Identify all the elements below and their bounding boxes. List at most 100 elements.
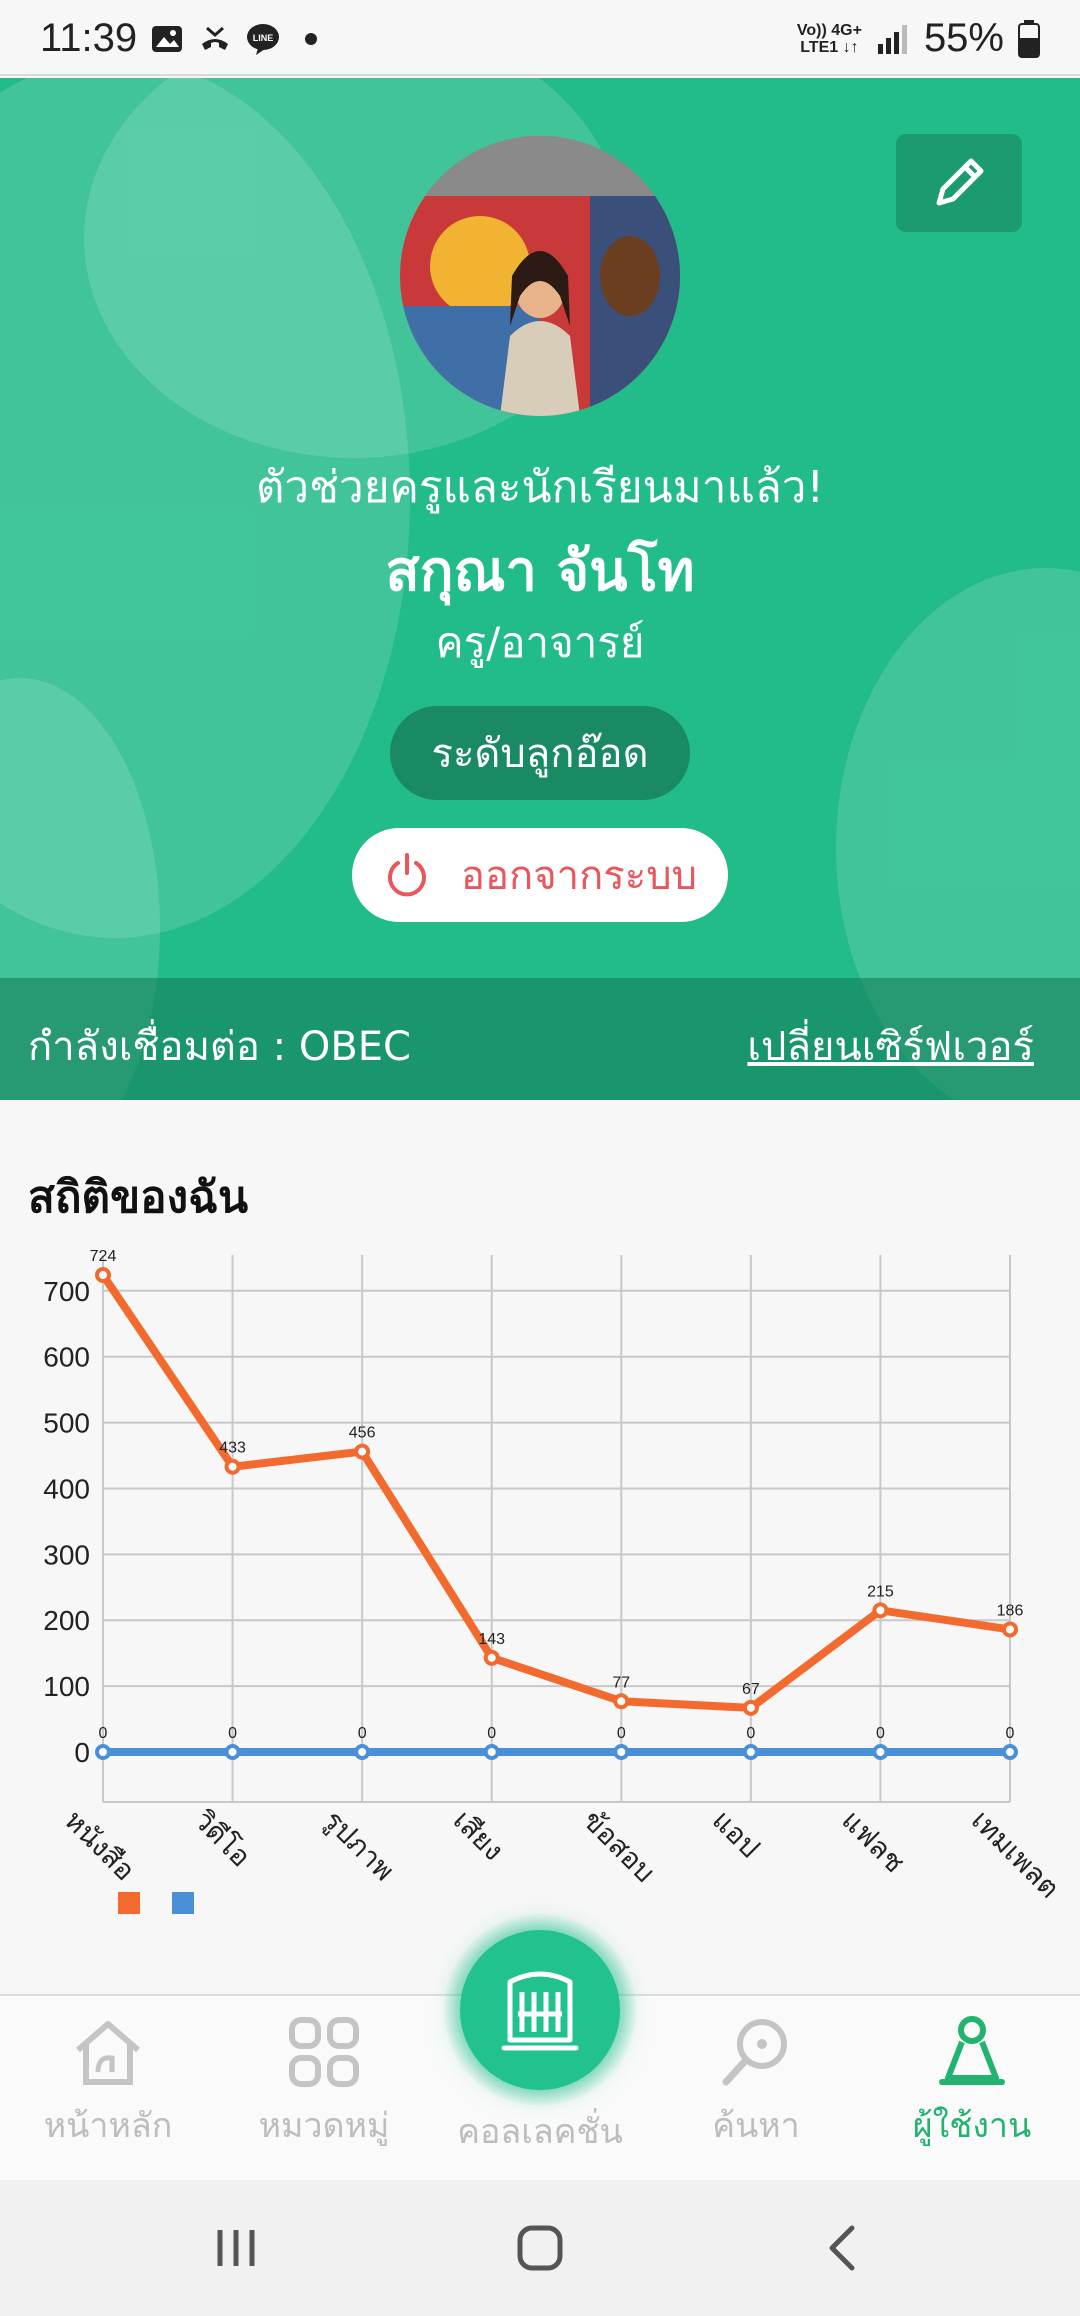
user-icon bbox=[939, 2016, 1005, 2085]
change-server-link[interactable]: เปลี่ยนเซิร์ฟเวอร์ bbox=[747, 1014, 1034, 1078]
battery-icon bbox=[1018, 19, 1040, 58]
avatar-photo bbox=[400, 136, 680, 416]
collection-fab-button[interactable] bbox=[460, 1930, 620, 2090]
y-tick-label: 600 bbox=[43, 1342, 90, 1373]
nav-category-label: หมวดหมู่ bbox=[258, 2106, 390, 2146]
x-tick-label: รูปภาพ bbox=[316, 1804, 400, 1888]
data-point bbox=[872, 1602, 889, 1619]
line-app-icon: LINE bbox=[247, 24, 279, 55]
avatar[interactable] bbox=[400, 136, 680, 416]
system-nav-bar bbox=[0, 2180, 1080, 2316]
status-bar: 11:39 LINE Vo)) 4G+ LTE1 ↓↑ 55% bbox=[0, 0, 1080, 76]
greeting-text: ตัวช่วยครูและนักเรียนมาแล้ว! bbox=[255, 462, 825, 513]
data-label: 0 bbox=[228, 1725, 237, 1742]
x-tick-label: วิดีโอ bbox=[187, 1803, 257, 1873]
data-label: 186 bbox=[997, 1602, 1024, 1619]
nav-user[interactable]: ผู้ใช้งาน bbox=[864, 2012, 1080, 2152]
x-tick-label: แฟลช bbox=[835, 1804, 911, 1880]
data-label: 0 bbox=[746, 1725, 755, 1742]
x-tick-label: ข้อสอบ bbox=[576, 1804, 661, 1889]
nav-category[interactable]: หมวดหมู่ bbox=[216, 2012, 432, 2152]
recent-apps-icon[interactable] bbox=[206, 2218, 266, 2278]
nav-search-label: ค้นหา bbox=[712, 2106, 800, 2146]
user-name: สกุณา จันโท bbox=[385, 539, 695, 604]
notification-icons: LINE bbox=[150, 22, 328, 56]
data-point bbox=[224, 1458, 241, 1475]
y-tick-label: 500 bbox=[43, 1408, 90, 1439]
data-point bbox=[1002, 1621, 1018, 1638]
data-label: 0 bbox=[358, 1725, 367, 1742]
data-label: 0 bbox=[487, 1725, 496, 1742]
x-tick-label: เสียง bbox=[447, 1804, 510, 1867]
search-icon bbox=[722, 2019, 787, 2086]
battery-percent: 55% bbox=[923, 16, 1004, 60]
data-label: 215 bbox=[867, 1583, 894, 1600]
data-label: 433 bbox=[219, 1440, 246, 1457]
stats-title: สถิติของฉัน bbox=[28, 1172, 249, 1223]
data-label: 0 bbox=[99, 1725, 108, 1742]
edit-profile-button[interactable] bbox=[896, 134, 1022, 232]
data-point bbox=[354, 1443, 371, 1460]
nav-user-label: ผู้ใช้งาน bbox=[912, 2106, 1032, 2146]
user-role: ครู/อาจารย์ bbox=[435, 618, 645, 667]
series-line-0 bbox=[99, 1272, 1011, 1712]
x-tick-label: หนังสือ bbox=[58, 1804, 142, 1888]
profile-header: ตัวช่วยครูและนักเรียนมาแล้ว! สกุณา จันโท… bbox=[0, 78, 1080, 1100]
power-icon bbox=[387, 853, 426, 897]
logout-label: ออกจากระบบ bbox=[460, 853, 698, 899]
chart-svg: 0 100 200 300 400 500 600 700724 433 456 143 77 67 21… bbox=[43, 1248, 1066, 1914]
data-label: 724 bbox=[90, 1248, 117, 1265]
data-label: 67 bbox=[742, 1681, 760, 1698]
category-icon bbox=[289, 2017, 359, 2087]
stats-chart: 0 100 200 300 400 500 600 700 724 433 456 143 77 67 21… bbox=[0, 1240, 1080, 1940]
nav-search[interactable]: ค้นหา bbox=[648, 2012, 864, 2152]
data-label: 143 bbox=[478, 1631, 505, 1648]
data-point bbox=[354, 1744, 371, 1760]
y-tick-label: 200 bbox=[43, 1605, 90, 1636]
data-point bbox=[95, 1744, 111, 1760]
data-point bbox=[224, 1744, 241, 1760]
data-point bbox=[742, 1744, 759, 1760]
data-point bbox=[613, 1693, 630, 1710]
dot-icon bbox=[305, 33, 317, 45]
nav-home-label: หน้าหลัก bbox=[43, 2106, 173, 2146]
back-icon[interactable] bbox=[814, 2218, 874, 2278]
data-point bbox=[483, 1649, 500, 1666]
data-label: 0 bbox=[1006, 1725, 1015, 1742]
home-icon bbox=[76, 2021, 140, 2085]
status-time: 11:39 bbox=[40, 16, 138, 60]
pencil-icon bbox=[936, 158, 984, 206]
data-label: 0 bbox=[876, 1725, 885, 1742]
data-point bbox=[483, 1744, 500, 1760]
x-tick-label: แอป bbox=[706, 1804, 767, 1865]
legend-swatch bbox=[172, 1892, 194, 1914]
legend-swatch bbox=[118, 1892, 140, 1914]
gallery-icon bbox=[152, 26, 182, 52]
y-tick-label: 300 bbox=[43, 1539, 90, 1570]
nav-collection-label[interactable]: คอลเลคชั่น bbox=[432, 2104, 648, 2158]
nav-home[interactable]: หน้าหลัก bbox=[0, 2012, 216, 2152]
home-button-icon[interactable] bbox=[510, 2218, 570, 2278]
data-point bbox=[613, 1744, 630, 1760]
data-label: 0 bbox=[617, 1725, 626, 1742]
network-indicator: Vo)) 4G+ LTE1 ↓↑ bbox=[796, 21, 862, 56]
data-point bbox=[1002, 1744, 1018, 1760]
logout-button[interactable]: ออกจากระบบ bbox=[352, 828, 728, 922]
collection-icon bbox=[501, 1971, 579, 2051]
y-tick-label: 100 bbox=[43, 1671, 90, 1702]
status-right: Vo)) 4G+ LTE1 ↓↑ 55% bbox=[797, 16, 1040, 61]
x-tick-label: เทมเพลต bbox=[965, 1804, 1066, 1905]
data-point bbox=[742, 1699, 759, 1716]
y-tick-label: 0 bbox=[74, 1737, 90, 1768]
data-label: 456 bbox=[349, 1425, 376, 1442]
level-badge[interactable]: ระดับลูกอ๊อด bbox=[390, 706, 690, 800]
server-status: กำลังเชื่อมต่อ : OBEC bbox=[28, 1024, 411, 1070]
missed-call-icon bbox=[202, 26, 228, 50]
y-tick-label: 400 bbox=[43, 1473, 90, 1504]
svg-text:LINE: LINE bbox=[253, 33, 274, 43]
server-bar: กำลังเชื่อมต่อ : OBEC เปลี่ยนเซิร์ฟเวอร์ bbox=[0, 978, 1080, 1100]
data-label: 77 bbox=[612, 1674, 630, 1691]
y-tick-label: 700 bbox=[43, 1276, 90, 1307]
data-point bbox=[872, 1744, 889, 1760]
data-point bbox=[95, 1267, 111, 1283]
